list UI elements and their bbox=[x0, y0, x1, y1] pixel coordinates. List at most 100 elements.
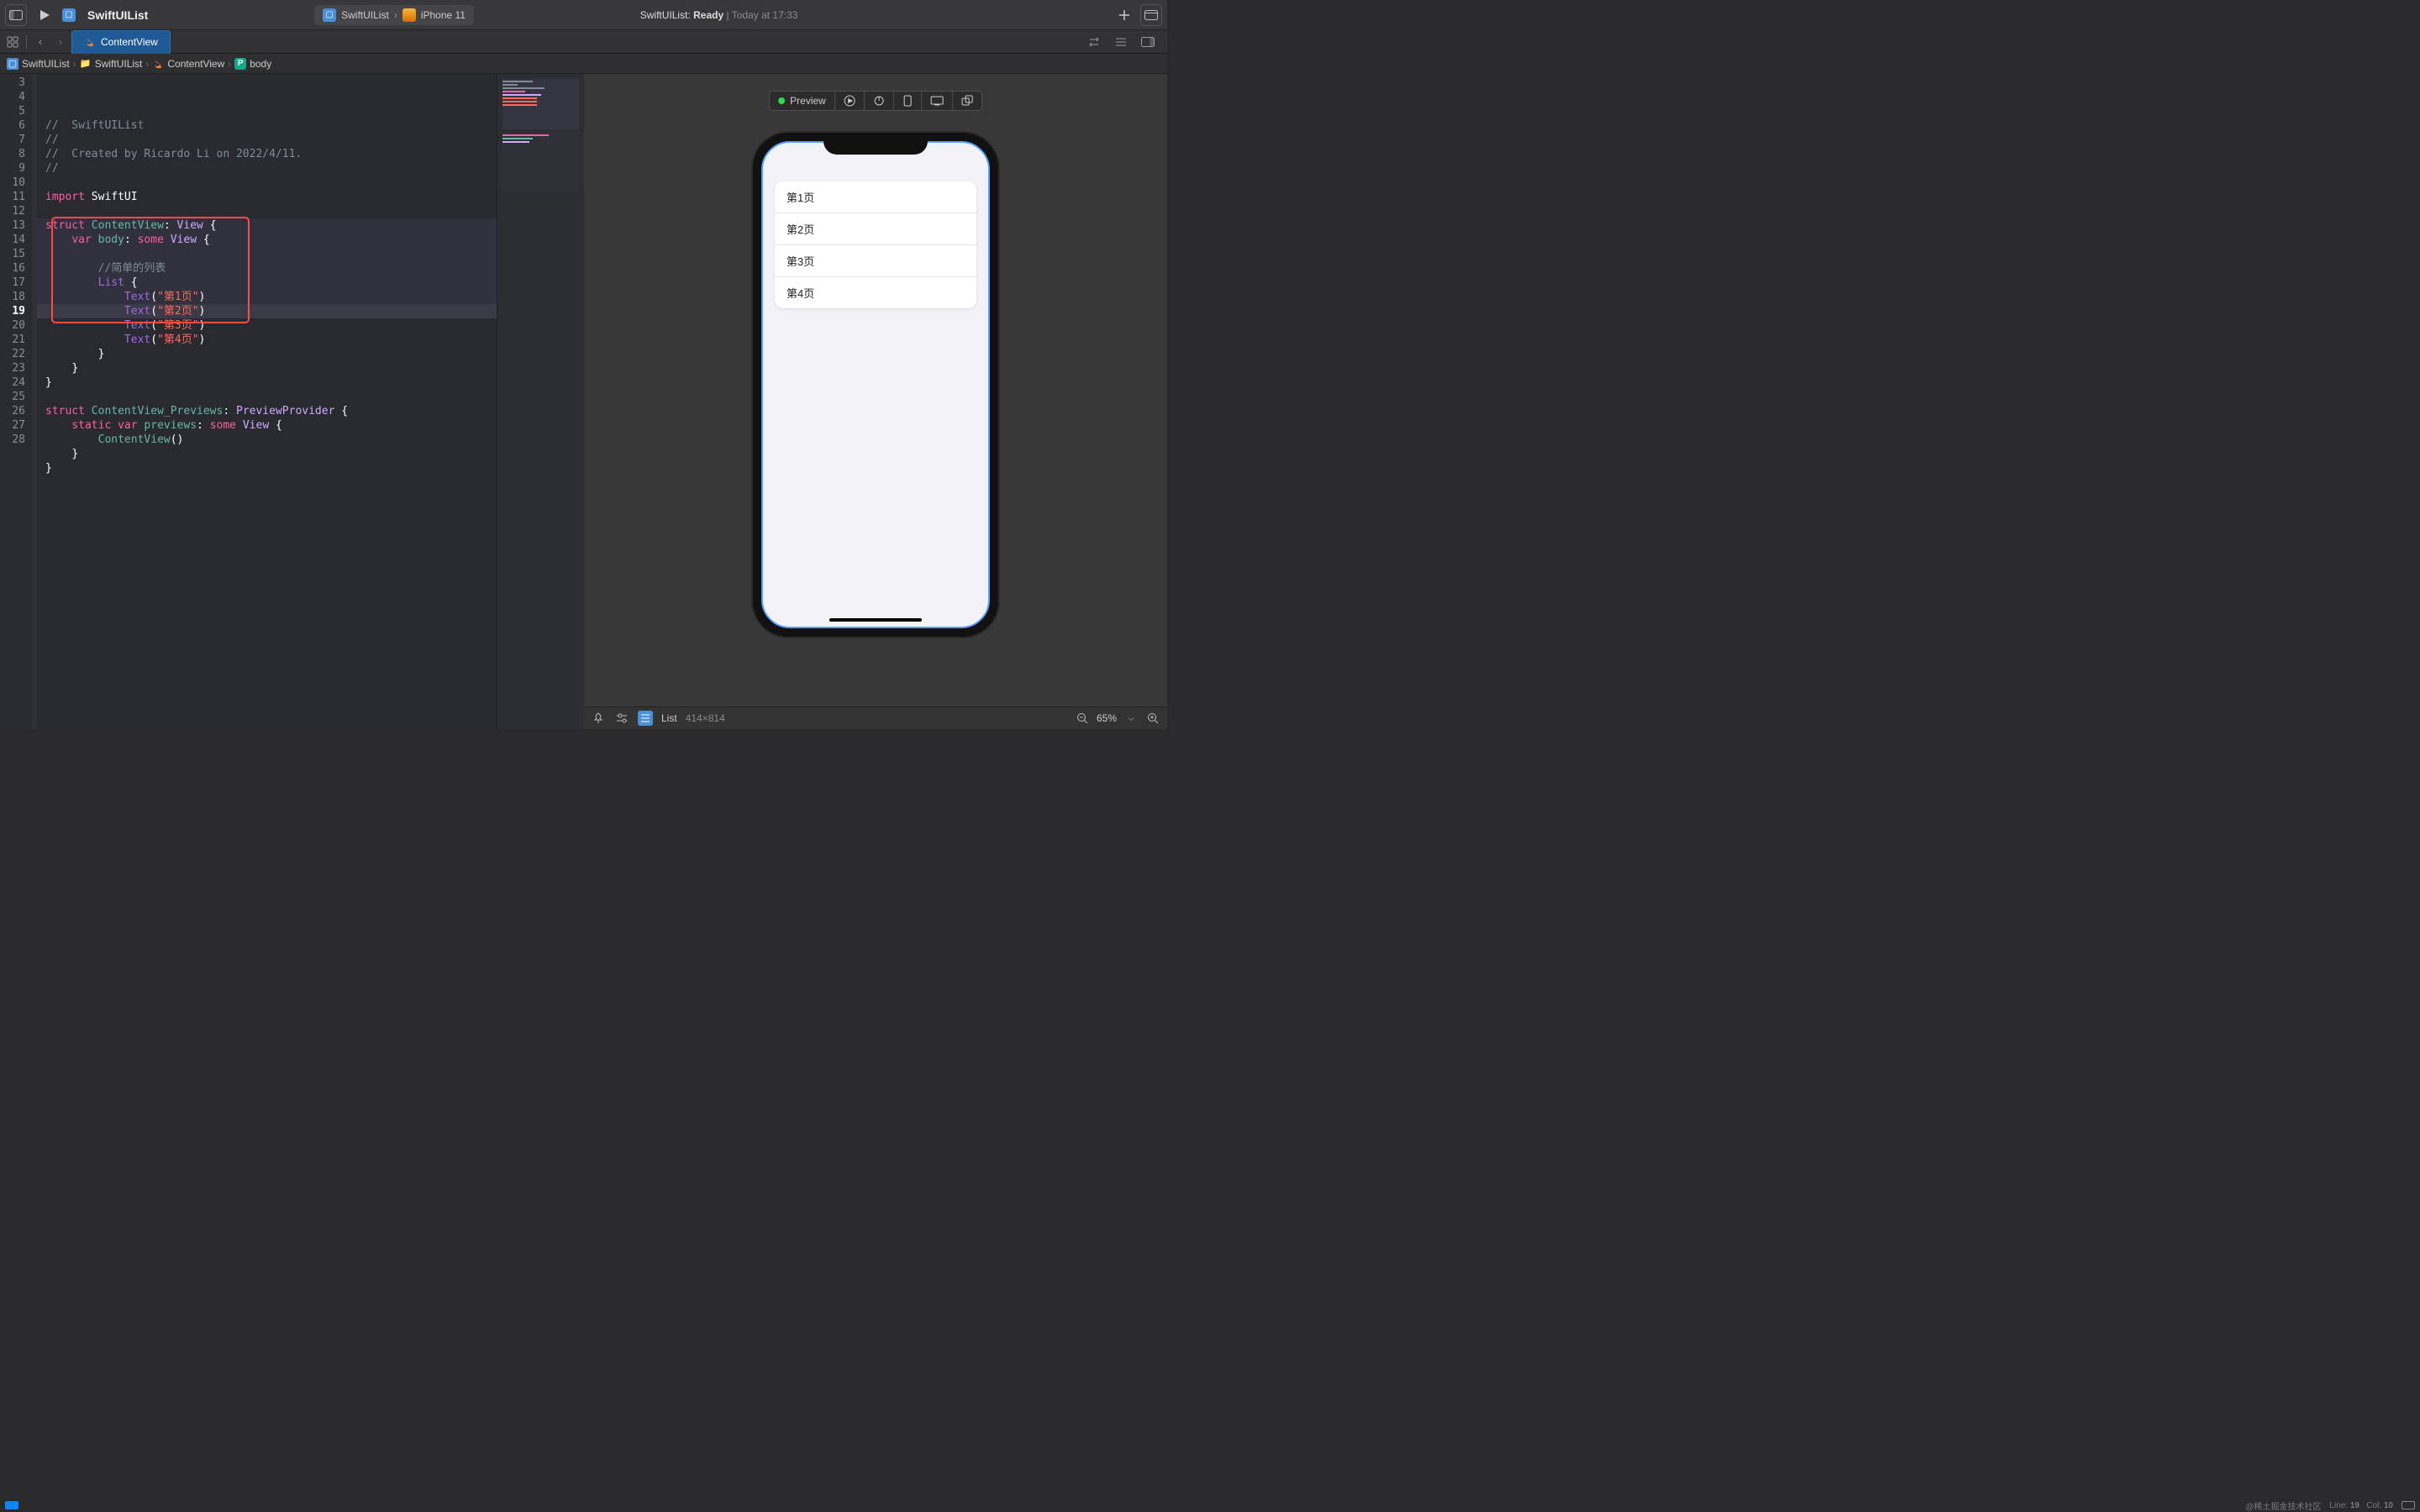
selected-element-label: List bbox=[661, 712, 677, 724]
bc-symbol[interactable]: body bbox=[250, 58, 271, 70]
code-area[interactable]: // SwiftUIList//// Created by Ricardo Li… bbox=[37, 74, 497, 729]
code-editor[interactable]: 3456789101112131415161718192021222324252… bbox=[0, 74, 584, 729]
grid-button[interactable] bbox=[3, 33, 22, 51]
sidebar-left-icon bbox=[9, 10, 23, 20]
screen-icon bbox=[930, 96, 944, 106]
line-number: 20 bbox=[3, 318, 25, 333]
code-line[interactable]: } bbox=[45, 375, 497, 390]
zoom-out-icon bbox=[1076, 712, 1088, 724]
zoom-out-button[interactable] bbox=[1075, 711, 1090, 726]
line-number: 14 bbox=[3, 233, 25, 247]
code-line[interactable]: Text("第1页") bbox=[45, 290, 497, 304]
list-item: 第3页 bbox=[775, 245, 976, 277]
zoom-in-button[interactable] bbox=[1145, 711, 1160, 726]
line-number: 27 bbox=[3, 418, 25, 433]
bc-file[interactable]: ContentView bbox=[167, 58, 224, 70]
preview-toolbar: Preview bbox=[769, 91, 982, 111]
line-number: 21 bbox=[3, 333, 25, 347]
assistant-button[interactable] bbox=[1112, 33, 1130, 51]
code-line[interactable] bbox=[45, 204, 497, 218]
chevron-right-icon: › bbox=[145, 58, 149, 70]
code-line[interactable]: Text("第2页") bbox=[45, 304, 497, 318]
code-line[interactable]: struct ContentView: View { bbox=[45, 218, 497, 233]
line-number: 10 bbox=[3, 176, 25, 190]
bc-group[interactable]: SwiftUIList bbox=[95, 58, 143, 70]
project-title: SwiftUIList bbox=[87, 8, 148, 22]
preview-run-button[interactable] bbox=[835, 92, 865, 110]
property-icon: P bbox=[234, 58, 246, 70]
code-line[interactable]: } bbox=[45, 347, 497, 361]
toggle-right-sidebar-button[interactable] bbox=[1139, 33, 1157, 51]
line-number: 8 bbox=[3, 147, 25, 161]
code-line[interactable] bbox=[45, 475, 497, 490]
library-button[interactable] bbox=[1140, 4, 1162, 26]
code-line[interactable]: Text("第4页") bbox=[45, 333, 497, 347]
code-line[interactable]: struct ContentView_Previews: PreviewProv… bbox=[45, 404, 497, 418]
code-line[interactable]: Text("第3页") bbox=[45, 318, 497, 333]
bc-project[interactable]: SwiftUIList bbox=[22, 58, 70, 70]
build-status: SwiftUIList: Ready | Today at 17:33 bbox=[640, 9, 798, 21]
code-line[interactable]: // SwiftUIList bbox=[45, 118, 497, 133]
run-button[interactable] bbox=[39, 9, 50, 21]
review-button[interactable] bbox=[1085, 33, 1103, 51]
minimap[interactable] bbox=[497, 74, 584, 729]
statusbar: @稀土掘金技术社区 Line: 19 Col: 10 bbox=[0, 1499, 2420, 1512]
tab-contentview[interactable]: ContentView bbox=[71, 30, 171, 54]
chevron-right-icon: › bbox=[73, 58, 76, 70]
scheme-selector[interactable]: ▢ SwiftUIList › iPhone 11 bbox=[314, 5, 474, 25]
minimap-region bbox=[502, 133, 579, 192]
line-number: 18 bbox=[3, 290, 25, 304]
selected-element-pill[interactable] bbox=[638, 711, 653, 726]
list-item: 第4页 bbox=[775, 277, 976, 308]
line-number: 16 bbox=[3, 261, 25, 276]
code-line[interactable]: List { bbox=[45, 276, 497, 290]
line-number: 25 bbox=[3, 390, 25, 404]
adjust-button[interactable] bbox=[614, 711, 629, 726]
preview-canvas[interactable]: 第1页第2页第3页第4页 bbox=[584, 74, 1167, 706]
code-line[interactable]: } bbox=[45, 461, 497, 475]
swift-file-icon bbox=[84, 36, 96, 48]
main-row: 3456789101112131415161718192021222324252… bbox=[0, 74, 1167, 729]
code-line[interactable]: // bbox=[45, 133, 497, 147]
preview-ondevice-button[interactable] bbox=[922, 92, 953, 110]
code-line[interactable]: // bbox=[45, 161, 497, 176]
preview-inspect-button[interactable] bbox=[865, 92, 894, 110]
line-number: 26 bbox=[3, 404, 25, 418]
swift-file-icon bbox=[152, 58, 164, 70]
code-line[interactable] bbox=[45, 176, 497, 190]
divider bbox=[26, 35, 27, 49]
preview-live-button[interactable]: Preview bbox=[770, 92, 835, 110]
device-screen: 第1页第2页第3页第4页 bbox=[761, 141, 990, 628]
list-item: 第1页 bbox=[775, 181, 976, 213]
line-number: 24 bbox=[3, 375, 25, 390]
chevron-down-icon: ⌵ bbox=[1128, 714, 1134, 723]
zoom-level[interactable]: 65% bbox=[1097, 712, 1117, 724]
scheme-app-label: SwiftUIList bbox=[341, 9, 389, 21]
status-dot-icon bbox=[778, 97, 785, 104]
code-line[interactable]: } bbox=[45, 447, 497, 461]
code-line[interactable]: ContentView() bbox=[45, 433, 497, 447]
preview-controls-button[interactable] bbox=[894, 92, 922, 110]
keyboard-button[interactable] bbox=[2402, 1501, 2415, 1509]
toggle-left-sidebar-button[interactable] bbox=[5, 4, 27, 26]
code-line[interactable]: import SwiftUI bbox=[45, 190, 497, 204]
code-line[interactable] bbox=[45, 247, 497, 261]
power-icon bbox=[873, 95, 885, 107]
pin-button[interactable] bbox=[591, 711, 606, 726]
selected-element-size: 414×814 bbox=[686, 712, 725, 724]
zoom-dropdown[interactable]: ⌵ bbox=[1123, 711, 1139, 726]
code-line[interactable]: // Created by Ricardo Li on 2022/4/11. bbox=[45, 147, 497, 161]
preview-corners-button[interactable] bbox=[953, 92, 981, 110]
toolbar: ▢ SwiftUIList ▢ SwiftUIList › iPhone 11 … bbox=[0, 0, 1167, 30]
list-lines-icon bbox=[1115, 37, 1127, 47]
code-line[interactable]: //简单的列表 bbox=[45, 261, 497, 276]
code-line[interactable] bbox=[45, 390, 497, 404]
nav-forward-button[interactable]: › bbox=[51, 33, 70, 51]
code-line[interactable]: static var previews: some View { bbox=[45, 418, 497, 433]
add-button[interactable] bbox=[1118, 9, 1130, 21]
code-line[interactable]: } bbox=[45, 361, 497, 375]
code-line[interactable]: var body: some View { bbox=[45, 233, 497, 247]
nav-back-button[interactable]: ‹ bbox=[31, 33, 50, 51]
keyboard-icon bbox=[2402, 1501, 2415, 1509]
line-number: 23 bbox=[3, 361, 25, 375]
